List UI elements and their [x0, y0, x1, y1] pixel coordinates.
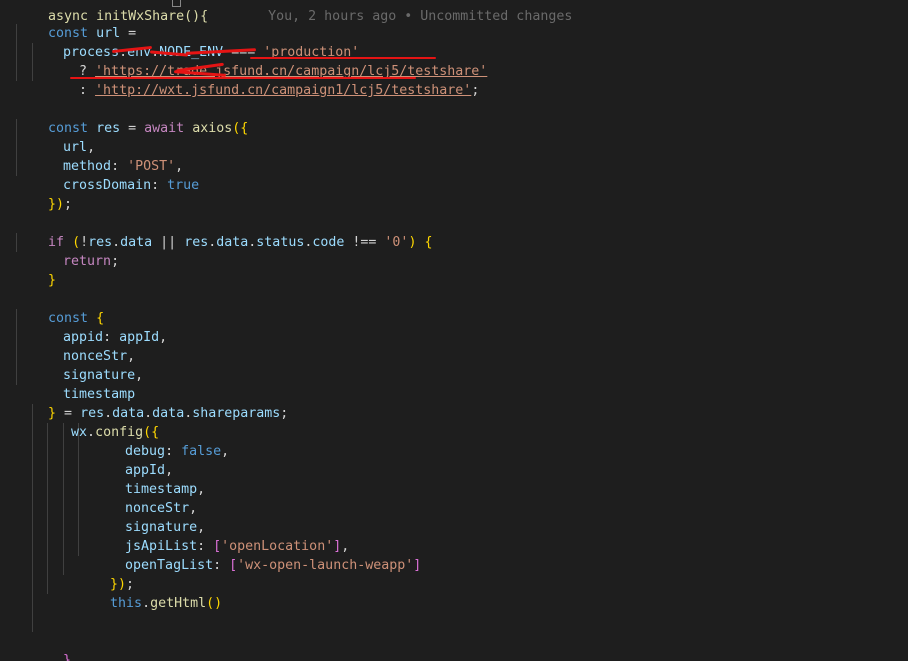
code-token: crossDomain	[63, 178, 152, 193]
code-token: :	[151, 178, 168, 193]
code-token: !==	[344, 235, 385, 250]
code-token: {	[424, 235, 433, 250]
code-token: openTagList	[125, 558, 214, 573]
code-token: ,	[159, 330, 168, 345]
code-token: ;	[471, 83, 480, 98]
code-line: appId,	[93, 442, 173, 478]
code-line: process.env.NODE_ENV === 'production'	[31, 24, 359, 60]
code-token: 'wx-open-launch-weapp'	[237, 558, 414, 573]
code-token: false	[181, 444, 222, 459]
code-token: ;	[280, 406, 289, 421]
code-line: signature,	[31, 347, 143, 383]
code-token: ,	[221, 444, 230, 459]
code-token: )	[408, 235, 417, 250]
indent-guide	[32, 404, 33, 632]
code-line: const url =	[16, 5, 136, 41]
code-line: });	[16, 176, 72, 212]
code-line: jsApiList: ['openLocation'],	[93, 518, 349, 554]
code-token: '0'	[384, 235, 409, 250]
url-string[interactable]: 'http://wxt.jsfund.cn/campaign1/lcj5/tes…	[95, 83, 471, 98]
indent-guide	[63, 423, 64, 575]
code-token: await	[144, 121, 185, 136]
code-line: wx.config({	[39, 404, 159, 440]
code-line: appid: appId,	[31, 309, 167, 345]
code-line: timestamp,	[93, 461, 205, 497]
code-token: true	[167, 178, 200, 193]
code-line: const res = await axios({	[16, 100, 248, 136]
git-blame-annotation: You, 2 hours ago • Uncommitted changes	[268, 9, 573, 24]
code-token: ,	[197, 482, 206, 497]
code-line: debug: false,	[93, 423, 229, 459]
code-token: shareparams	[192, 406, 281, 421]
code-line: return;	[31, 233, 119, 269]
code-token: wx	[71, 425, 88, 440]
code-token: [	[229, 558, 238, 573]
code-token: getHtml	[150, 596, 207, 611]
code-token: status	[256, 235, 305, 250]
code-token: :	[79, 83, 96, 98]
code-token: res	[184, 235, 209, 250]
code-token: ,	[135, 368, 144, 383]
code-token: data	[120, 235, 153, 250]
code-line: getHtml() {	[31, 651, 151, 661]
code-line: if (!res.data || res.data.status.code !=…	[16, 214, 432, 250]
code-token: axios	[192, 121, 233, 136]
code-line: openTagList: ['wx-open-launch-weapp']	[93, 537, 421, 573]
code-editor[interactable]: async initWxShare(){You, 2 hours ago • U…	[0, 0, 908, 661]
code-token: ;	[64, 197, 73, 212]
code-token: return	[63, 254, 112, 269]
code-line: timestamp	[31, 366, 135, 402]
code-token: code	[312, 235, 345, 250]
code-token: ()	[206, 596, 223, 611]
code-token: ]	[413, 558, 422, 573]
code-line: } = res.data.data.shareparams;	[16, 385, 288, 421]
code-token: data	[216, 235, 249, 250]
code-token: ({	[232, 121, 249, 136]
code-token: }	[48, 273, 57, 288]
redaction-mark	[250, 57, 436, 59]
indent-guide	[78, 423, 79, 556]
code-line: this.getHtml()	[78, 575, 222, 611]
code-line: nonceStr,	[93, 480, 197, 516]
code-line: crossDomain: true	[31, 157, 199, 193]
code-line: },	[31, 632, 79, 661]
code-line: }	[16, 252, 56, 288]
code-token: })	[48, 197, 65, 212]
code-token: this	[110, 596, 143, 611]
code-token: res	[96, 121, 121, 136]
redaction-mark	[70, 77, 416, 79]
code-line: nonceStr,	[31, 328, 135, 364]
code-token: ||	[152, 235, 185, 250]
code-token: =	[120, 121, 145, 136]
code-line: const {	[16, 290, 104, 326]
code-token: .	[142, 596, 151, 611]
text-cursor	[172, 0, 181, 7]
code-line: url,	[31, 119, 95, 155]
code-line: signature,	[93, 499, 205, 535]
code-line: method: 'POST',	[31, 138, 183, 174]
code-token: :	[213, 558, 230, 573]
code-token: ;	[111, 254, 120, 269]
code-line: });	[78, 556, 134, 592]
